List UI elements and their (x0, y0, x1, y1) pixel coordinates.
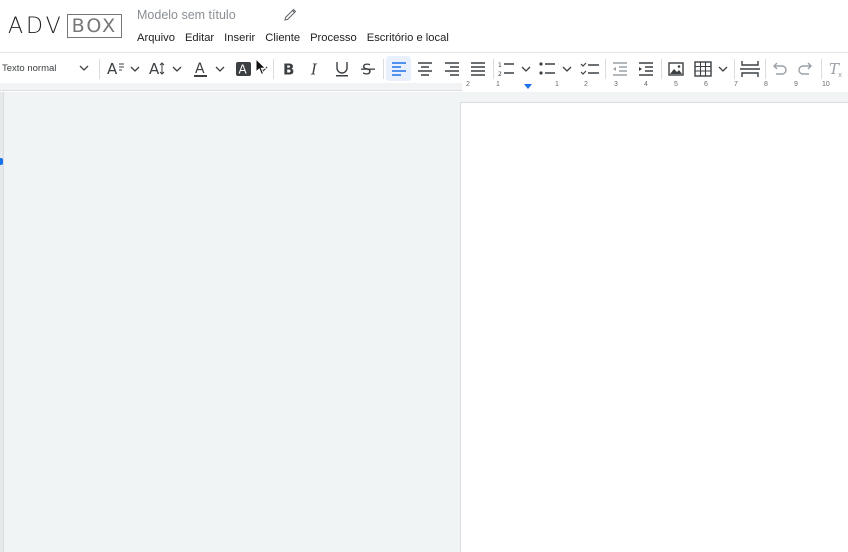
strikethrough-icon: S (361, 60, 375, 78)
svg-text:B: B (283, 60, 294, 78)
menu-inserir[interactable]: Inserir (224, 32, 255, 44)
insert-image-icon (668, 61, 684, 76)
ruler-label: 5 (674, 81, 678, 88)
toolbar-divider (493, 59, 494, 79)
undo-button[interactable] (768, 53, 790, 84)
align-justify-button[interactable] (467, 53, 489, 84)
horizontal-ruler[interactable]: 2 1 1 2 3 4 5 6 7 8 9 10 (0, 81, 848, 91)
numbered-list-button[interactable]: 12 (497, 53, 533, 84)
ruler-label: 9 (794, 81, 798, 88)
text-style-icon: A (107, 60, 140, 78)
toolbar-divider (765, 59, 766, 79)
svg-text:A: A (239, 62, 248, 76)
svg-text:2: 2 (498, 71, 502, 78)
checklist-icon (580, 62, 599, 75)
font-size-icon: A (149, 60, 182, 78)
app-header: ADV BOX Modelo sem título Arquivo Editar… (0, 0, 848, 52)
formatting-toolbar: Texto normal A A A A B I S 12 T x (0, 52, 848, 83)
ruler-label: 2 (584, 81, 588, 88)
underline-icon (336, 61, 348, 76)
advbox-logo[interactable]: ADV BOX (8, 13, 123, 39)
toolbar-divider (821, 59, 822, 79)
insert-image-button[interactable] (665, 53, 687, 84)
ruler-label: 7 (734, 81, 738, 88)
ruler-label: 4 (644, 81, 648, 88)
ruler-label: 6 (704, 81, 708, 88)
text-color-button[interactable]: A (192, 53, 228, 84)
toolbar-divider (273, 59, 274, 79)
insert-table-icon (694, 60, 728, 77)
align-right-button[interactable] (441, 53, 463, 84)
toolbar-divider (383, 59, 384, 79)
svg-text:1: 1 (498, 62, 502, 69)
toolbar-divider (734, 59, 735, 79)
ruler-label: 2 (466, 81, 470, 88)
document-title-input[interactable]: Modelo sem título (137, 8, 236, 22)
logo-box-text: BOX (66, 14, 123, 38)
text-style-button[interactable]: A (106, 53, 142, 84)
insert-table-button[interactable] (692, 53, 730, 84)
ruler-label: 10 (822, 81, 830, 88)
increase-indent-button[interactable] (635, 53, 657, 84)
bold-icon: B (283, 60, 294, 78)
clear-formatting-icon: Tx (829, 60, 842, 79)
clear-formatting-button[interactable]: Tx (825, 53, 847, 84)
font-size-button[interactable]: A (148, 53, 184, 84)
menu-editar[interactable]: Editar (185, 32, 214, 44)
svg-text:A: A (149, 60, 160, 78)
ruler-label: 1 (496, 81, 500, 88)
toolbar-divider (661, 59, 662, 79)
paragraph-style-label: Texto normal (2, 63, 57, 74)
svg-text:A: A (107, 60, 118, 78)
svg-text:A: A (195, 61, 205, 77)
redo-icon (798, 62, 812, 75)
align-left-button[interactable] (386, 56, 411, 81)
undo-icon (773, 62, 787, 75)
italic-button[interactable]: I (306, 53, 326, 84)
increase-indent-icon (639, 61, 653, 76)
page-break-icon (740, 60, 760, 77)
underline-button[interactable] (332, 53, 352, 84)
decrease-indent-icon (613, 61, 627, 76)
strikethrough-button[interactable]: S (358, 53, 378, 84)
ruler-label: 3 (614, 81, 618, 88)
align-center-icon (418, 61, 432, 76)
ruler-label: 1 (555, 81, 559, 88)
align-justify-icon (471, 61, 485, 76)
align-left-icon (391, 61, 406, 76)
toolbar-divider (605, 59, 606, 79)
menu-bar: Arquivo Editar Inserir Cliente Processo … (137, 32, 449, 44)
toolbar-divider (99, 59, 100, 79)
menu-processo[interactable]: Processo (310, 32, 357, 44)
numbered-list-icon: 12 (498, 62, 531, 78)
document-page[interactable] (460, 102, 848, 552)
italic-icon: I (310, 60, 318, 78)
bold-button[interactable]: B (279, 53, 299, 84)
indent-marker[interactable] (524, 84, 532, 89)
chevron-down-icon (79, 65, 89, 71)
bulleted-list-icon (539, 61, 572, 75)
ruler-page-area (462, 83, 848, 91)
logo-adv-text: ADV (8, 13, 64, 39)
align-center-button[interactable] (414, 53, 436, 84)
menu-cliente[interactable]: Cliente (265, 32, 300, 44)
redo-button[interactable] (795, 53, 817, 84)
menu-escritorio-e-local[interactable]: Escritório e local (367, 32, 449, 44)
mouse-pointer-icon (255, 57, 267, 81)
decrease-indent-button[interactable] (609, 53, 631, 84)
vertical-ruler-marker[interactable] (0, 158, 3, 165)
ruler-label: 8 (764, 81, 768, 88)
svg-text:I: I (310, 60, 318, 78)
svg-text:x: x (838, 71, 842, 79)
text-color-icon: A (194, 61, 225, 77)
menu-arquivo[interactable]: Arquivo (137, 32, 175, 44)
paragraph-style-select[interactable]: Texto normal (0, 53, 95, 84)
bulleted-list-button[interactable] (538, 53, 574, 84)
page-break-button[interactable] (738, 53, 762, 84)
align-right-icon (445, 61, 459, 76)
checklist-button[interactable] (579, 53, 601, 84)
edit-title-pencil-icon[interactable] (283, 8, 297, 22)
